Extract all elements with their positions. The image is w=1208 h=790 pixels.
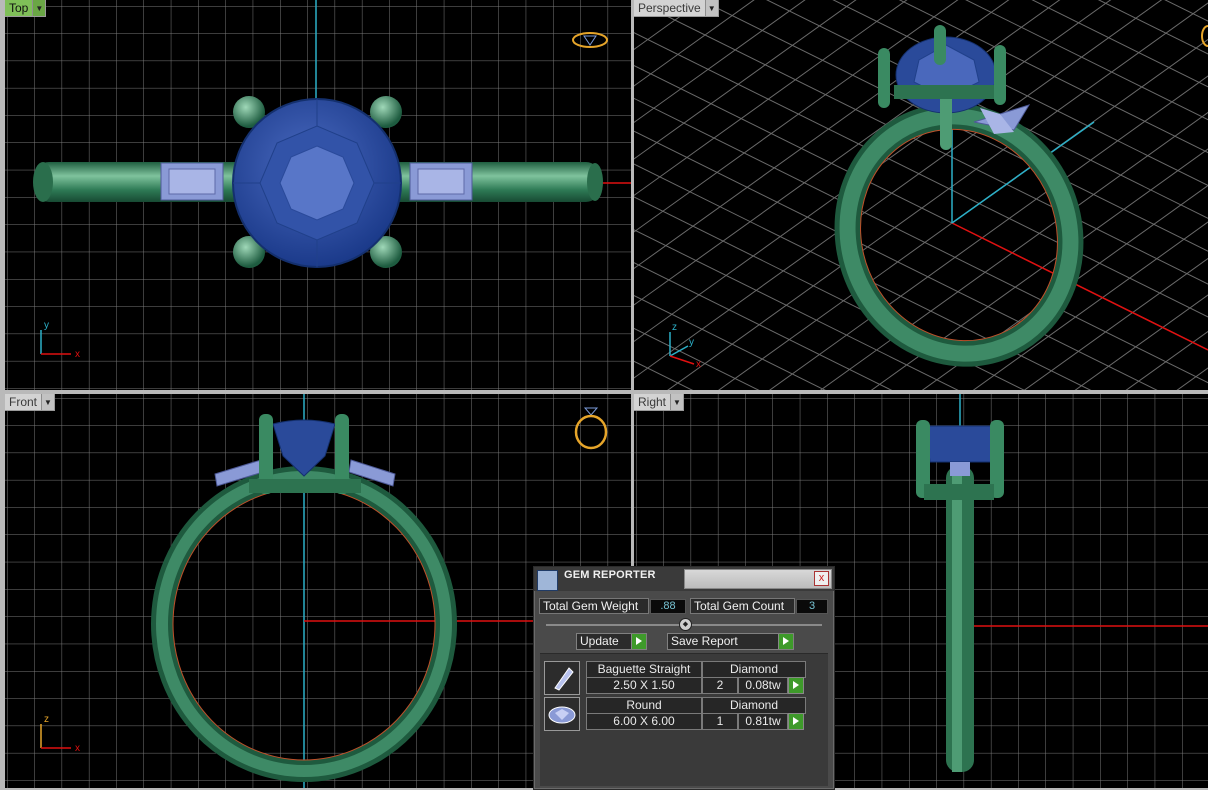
gem-size: 2.50 X 1.50 [586,677,702,694]
total-gem-count-label: Total Gem Count [690,598,795,614]
svg-text:z: z [44,714,49,725]
chevron-down-icon[interactable]: ▼ [41,394,55,410]
gem-material: Diamond [702,661,806,678]
axis-indicator: y x [40,320,80,360]
gem-list: Baguette Straight Diamond 2.50 X 1.50 2 … [540,653,828,786]
save-report-label: Save Report [671,634,738,648]
list-item[interactable]: Baguette Straight Diamond 2.50 X 1.50 2 … [544,661,806,695]
gem-material: Diamond [702,697,806,714]
viewport-perspective[interactable]: Perspective ▼ z y x [634,0,1208,390]
axis-indicator: z x [40,714,80,754]
axis-indicator: z y x [669,322,701,370]
total-gem-weight-value: .88 [650,599,686,614]
ring-thumbnail-icon[interactable] [570,30,610,50]
update-button[interactable]: Update [576,633,647,650]
gem-weight: 0.08tw [738,677,788,694]
chevron-down-icon[interactable]: ▼ [704,0,718,16]
svg-text:y: y [44,320,49,331]
select-gem-button[interactable] [788,713,804,730]
gem-reporter-panel: GEM REPORTER x Total Gem Weight .88 Tota… [533,566,835,790]
svg-text:y: y [689,337,694,348]
svg-text:x: x [696,359,701,370]
perspective-view-scene [634,0,1208,390]
list-item[interactable]: Round Diamond 6.00 X 6.00 1 0.81tw [544,697,806,731]
viewport-front-tab[interactable]: Front ▼ [5,394,56,411]
gem-weight: 0.81tw [738,713,788,730]
gem-count: 1 [702,713,738,730]
svg-text:x: x [75,743,80,754]
gem-shape: Round [586,697,702,714]
viewport-top-tab[interactable]: Top ▼ [5,0,47,17]
select-gem-button[interactable] [788,677,804,694]
chevron-down-icon[interactable]: ▼ [670,394,684,410]
chevron-down-icon[interactable]: ▼ [32,0,46,16]
save-report-button[interactable]: Save Report [667,633,794,650]
titlebar-drag-area[interactable] [684,569,832,589]
viewport-top-label: Top [9,1,29,15]
gem-shape: Baguette Straight [586,661,702,678]
viewport-front-label: Front [9,395,38,409]
round-gem-icon [544,697,580,731]
gem-size: 6.00 X 6.00 [586,713,702,730]
gem-reporter-icon [537,570,558,591]
ring-thumbnail-icon[interactable] [571,404,611,452]
total-gem-weight-label: Total Gem Weight [539,598,649,614]
slider-knob[interactable]: ◆ [679,618,692,631]
gem-reporter-titlebar[interactable]: GEM REPORTER x [534,567,834,591]
baguette-gem-icon [544,661,580,695]
viewport-right-label: Right [638,395,667,409]
ring-thumbnail-icon[interactable] [1200,24,1208,48]
viewport-perspective-label: Perspective [638,1,701,15]
total-gem-count-value: 3 [796,599,828,614]
play-icon [778,634,793,649]
update-label: Update [580,634,619,648]
viewport-top[interactable]: Top ▼ y x [5,0,631,390]
viewport-right-tab[interactable]: Right ▼ [634,394,685,411]
svg-text:x: x [75,349,80,360]
gem-reporter-title: GEM REPORTER [564,569,656,581]
play-icon [631,634,646,649]
gem-count: 2 [702,677,738,694]
close-button[interactable]: x [814,571,829,586]
top-view-scene [5,0,631,390]
svg-text:z: z [672,322,677,333]
viewport-perspective-tab[interactable]: Perspective ▼ [634,0,719,17]
